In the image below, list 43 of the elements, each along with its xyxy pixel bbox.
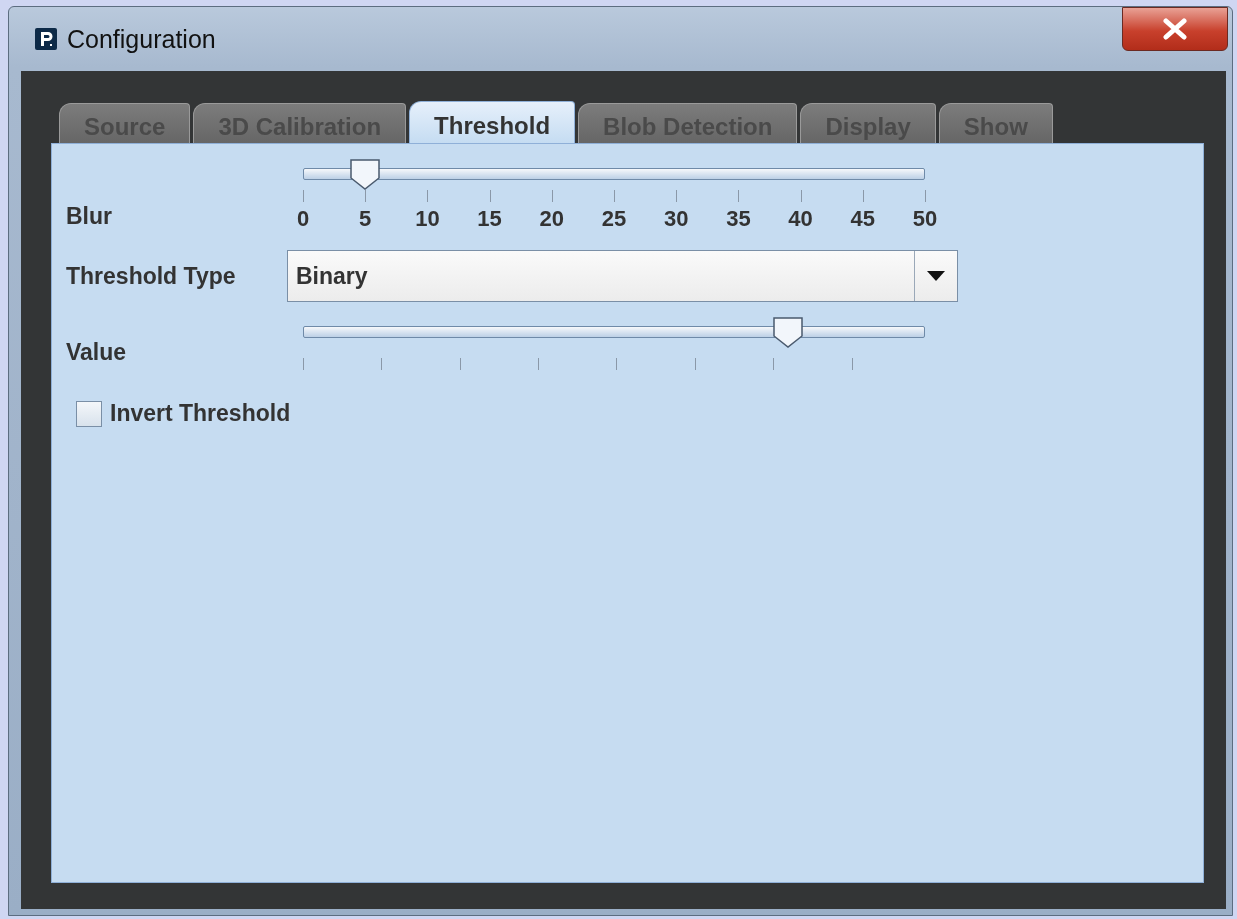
tick-label: 25: [601, 206, 627, 232]
field-label: Blur: [66, 202, 113, 230]
threshold-type-dropdown[interactable]: Binary: [287, 250, 958, 302]
tick-label: 50: [912, 206, 938, 232]
field-label: Threshold Type: [66, 262, 237, 290]
tick-mark: [800, 190, 802, 202]
tick-label: 0: [296, 206, 310, 232]
window-title: Configuration: [67, 24, 216, 54]
tick-label: 5: [359, 206, 372, 232]
invert-threshold-checkbox[interactable]: Invert Threshold: [76, 400, 291, 427]
close-icon: [1162, 18, 1188, 40]
tick-label: 30: [663, 206, 689, 232]
slider-thumb[interactable]: [772, 316, 805, 348]
dropdown-arrow-icon: [927, 271, 945, 281]
tick-mark: [738, 190, 740, 202]
tick-mark: [427, 190, 429, 202]
tab[interactable]: Threshold: [409, 101, 576, 143]
app-icon: [35, 28, 57, 50]
field-label: Value: [66, 338, 128, 366]
tick-mark: [489, 190, 491, 202]
tick-label: 40: [788, 206, 813, 232]
tick-label: 20: [539, 206, 565, 232]
tick-mark: [851, 358, 853, 370]
tick-label: 35: [726, 206, 751, 232]
tick-mark: [773, 358, 775, 370]
tick-mark: [694, 358, 696, 370]
tick-mark: [365, 190, 367, 202]
tick-mark: [381, 358, 383, 370]
tick-mark: [551, 190, 553, 202]
tick-label: 15: [477, 206, 502, 232]
close-button[interactable]: [1122, 7, 1228, 51]
tick-mark: [614, 190, 615, 202]
tick-mark: [862, 190, 864, 202]
tick-mark: [616, 358, 618, 370]
slider-thumb[interactable]: [349, 158, 382, 190]
tick-mark: [925, 190, 926, 202]
tick-mark: [459, 358, 461, 370]
tick-label: 45: [850, 206, 876, 232]
tick-mark: [303, 190, 304, 202]
tick-mark: [676, 190, 678, 202]
tick-mark: [538, 358, 540, 370]
tick-mark: [303, 358, 304, 370]
tick-label: 10: [415, 206, 440, 232]
